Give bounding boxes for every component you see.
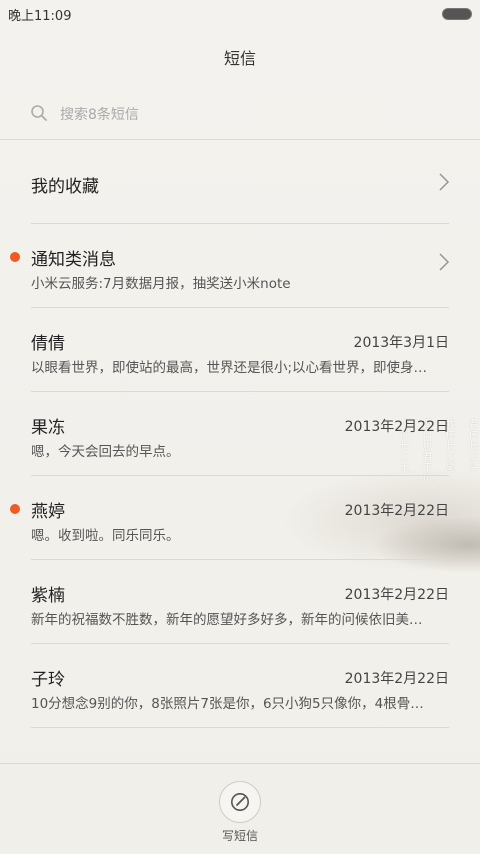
- battery-icon: [442, 8, 472, 20]
- compose-icon: [231, 793, 249, 811]
- message-date: 2013年2月22日: [344, 587, 449, 603]
- message-date: 2013年2月22日: [344, 503, 449, 519]
- contact-name: 紫楠: [31, 586, 65, 606]
- contact-name: 燕婷: [31, 502, 65, 522]
- contact-name: 倩倩: [31, 334, 65, 354]
- conversation-row[interactable]: 燕婷嗯。收到啦。同乐同乐。 2013年2月22日: [0, 476, 480, 560]
- compose-button[interactable]: [219, 781, 261, 823]
- message-date: 2013年2月22日: [344, 671, 449, 687]
- contact-name: 子玲: [31, 670, 65, 690]
- conversation-row[interactable]: 紫楠新年的祝福数不胜数，新年的愿望好多好多，新年的问候依旧美… 2013年2月22…: [0, 560, 480, 644]
- message-date: 2013年2月22日: [344, 419, 449, 435]
- message-preview: 嗯，今天会回去的早点。: [31, 444, 180, 460]
- search-bar[interactable]: [30, 100, 450, 130]
- search-input[interactable]: [58, 100, 422, 130]
- message-preview: 嗯。收到啦。同乐同乐。: [31, 528, 180, 544]
- message-preview: 小米云服务:7月数据月报，抽奖送小米note: [31, 276, 291, 292]
- contact-name: 果冻: [31, 418, 65, 438]
- notifications-row[interactable]: 通知类消息小米云服务:7月数据月报，抽奖送小米note: [0, 224, 480, 308]
- compose-label: 写短信: [221, 829, 258, 843]
- chevron-right-icon: [439, 253, 450, 271]
- conversation-row[interactable]: 子玲 10分想念9别的你，8张照片7张是你，6只小狗5只像你，4根骨… 2013年2…: [0, 644, 480, 728]
- divider: [31, 727, 449, 728]
- page-title: 短信: [223, 49, 256, 68]
- chevron-right-icon: [439, 173, 450, 191]
- status-bar: 晚上11:09: [0, 0, 480, 26]
- unread-dot: [10, 504, 20, 514]
- bottom-bar: 写短信: [0, 763, 480, 854]
- favorites-row[interactable]: 我的收藏: [0, 140, 480, 224]
- conversation-row[interactable]: 倩倩以眼看世界，即使站的最高，世界还是很小;以心看世界，即使身… 2013年3月1…: [0, 308, 480, 392]
- conversation-row[interactable]: 果冻嗯，今天会回去的早点。 2013年2月22日: [0, 392, 480, 476]
- unread-dot: [10, 252, 20, 262]
- message-preview: 新年的祝福数不胜数，新年的愿望好多好多，新年的问候依旧美…: [31, 612, 423, 628]
- status-time: 晚上11:09: [8, 9, 72, 24]
- contact-name: 我的收藏: [31, 177, 99, 197]
- message-date: 2013年3月1日: [353, 335, 449, 351]
- search-icon: [31, 105, 47, 121]
- contact-name: 通知类消息: [31, 250, 116, 270]
- message-preview: 10分想念9别的你，8张照片7张是你，6只小狗5只像你，4根骨…: [31, 696, 424, 712]
- message-preview: 以眼看世界，即使站的最高，世界还是很小;以心看世界，即使身…: [31, 360, 428, 376]
